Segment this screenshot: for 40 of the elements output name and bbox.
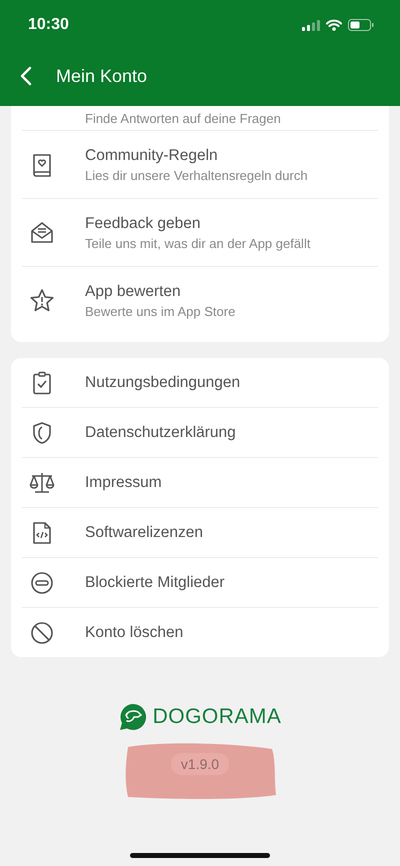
menu-item[interactable]: Feedback geben Teile uns mit, was dir an der App gefällt (22, 199, 378, 267)
blocked-icon (30, 570, 54, 594)
dog-logo-icon (118, 703, 147, 731)
logo-wordmark: DOGORAMA (152, 705, 282, 729)
menu-item-title: Konto löschen (85, 624, 184, 642)
menu-item-title: Softwarelizenzen (85, 524, 204, 542)
menu-item[interactable]: Impressum (22, 458, 378, 508)
menu-item[interactable]: Datenschutzerklärung (22, 408, 378, 458)
menu-item-title: Community-Regeln (85, 146, 219, 164)
menu-item-title: Nutzungsbedingungen (85, 374, 240, 392)
scale-icon (28, 470, 56, 494)
menu-item[interactable]: Konto löschen (22, 608, 378, 657)
menu-item-subtitle: Bewerte uns im App Store (85, 304, 236, 318)
envelope-icon (29, 220, 55, 246)
menu-item-title: Feedback geben (85, 214, 202, 232)
menu-item-subtitle: Lies dir unsere Verhaltensregeln durch (85, 168, 308, 182)
clipboard-check-icon (32, 370, 52, 394)
book-heart-icon (30, 152, 54, 178)
status-time: 10:30 (28, 16, 69, 34)
menu-item-subtitle: Finde Antworten auf deine Fragen (85, 110, 281, 126)
menu-item-title: App bewerten (85, 282, 182, 300)
menu-item[interactable]: Softwarelizenzen (22, 508, 378, 558)
signal-icon (302, 20, 320, 30)
prohibited-icon (30, 620, 54, 644)
menu-item-subtitle: Teile uns mit, was dir an der App gefällt (85, 236, 310, 250)
menu-item[interactable]: App bewerten Bewerte uns im App Store (22, 267, 378, 334)
star-icon (29, 288, 55, 314)
menu-item[interactable]: Nutzungsbedingungen (22, 358, 378, 408)
battery-icon (348, 19, 374, 31)
menu-item[interactable]: Blockierte Mitglieder (22, 558, 378, 608)
version-badge: v1.9.0 (170, 753, 230, 775)
code-file-icon (32, 520, 52, 544)
menu-item-title: Datenschutzerklärung (85, 424, 236, 442)
back-chevron-icon (20, 66, 32, 86)
shield-icon (31, 420, 53, 444)
screen-title: Mein Konto (56, 66, 148, 86)
menu-item[interactable]: Community-Regeln Lies dir unsere Verhaltensregeln durch (22, 131, 378, 199)
wifi-icon (326, 19, 342, 31)
menu-item-title: Blockierte Mitglieder (85, 574, 225, 592)
menu-item-title: Impressum (85, 474, 162, 492)
